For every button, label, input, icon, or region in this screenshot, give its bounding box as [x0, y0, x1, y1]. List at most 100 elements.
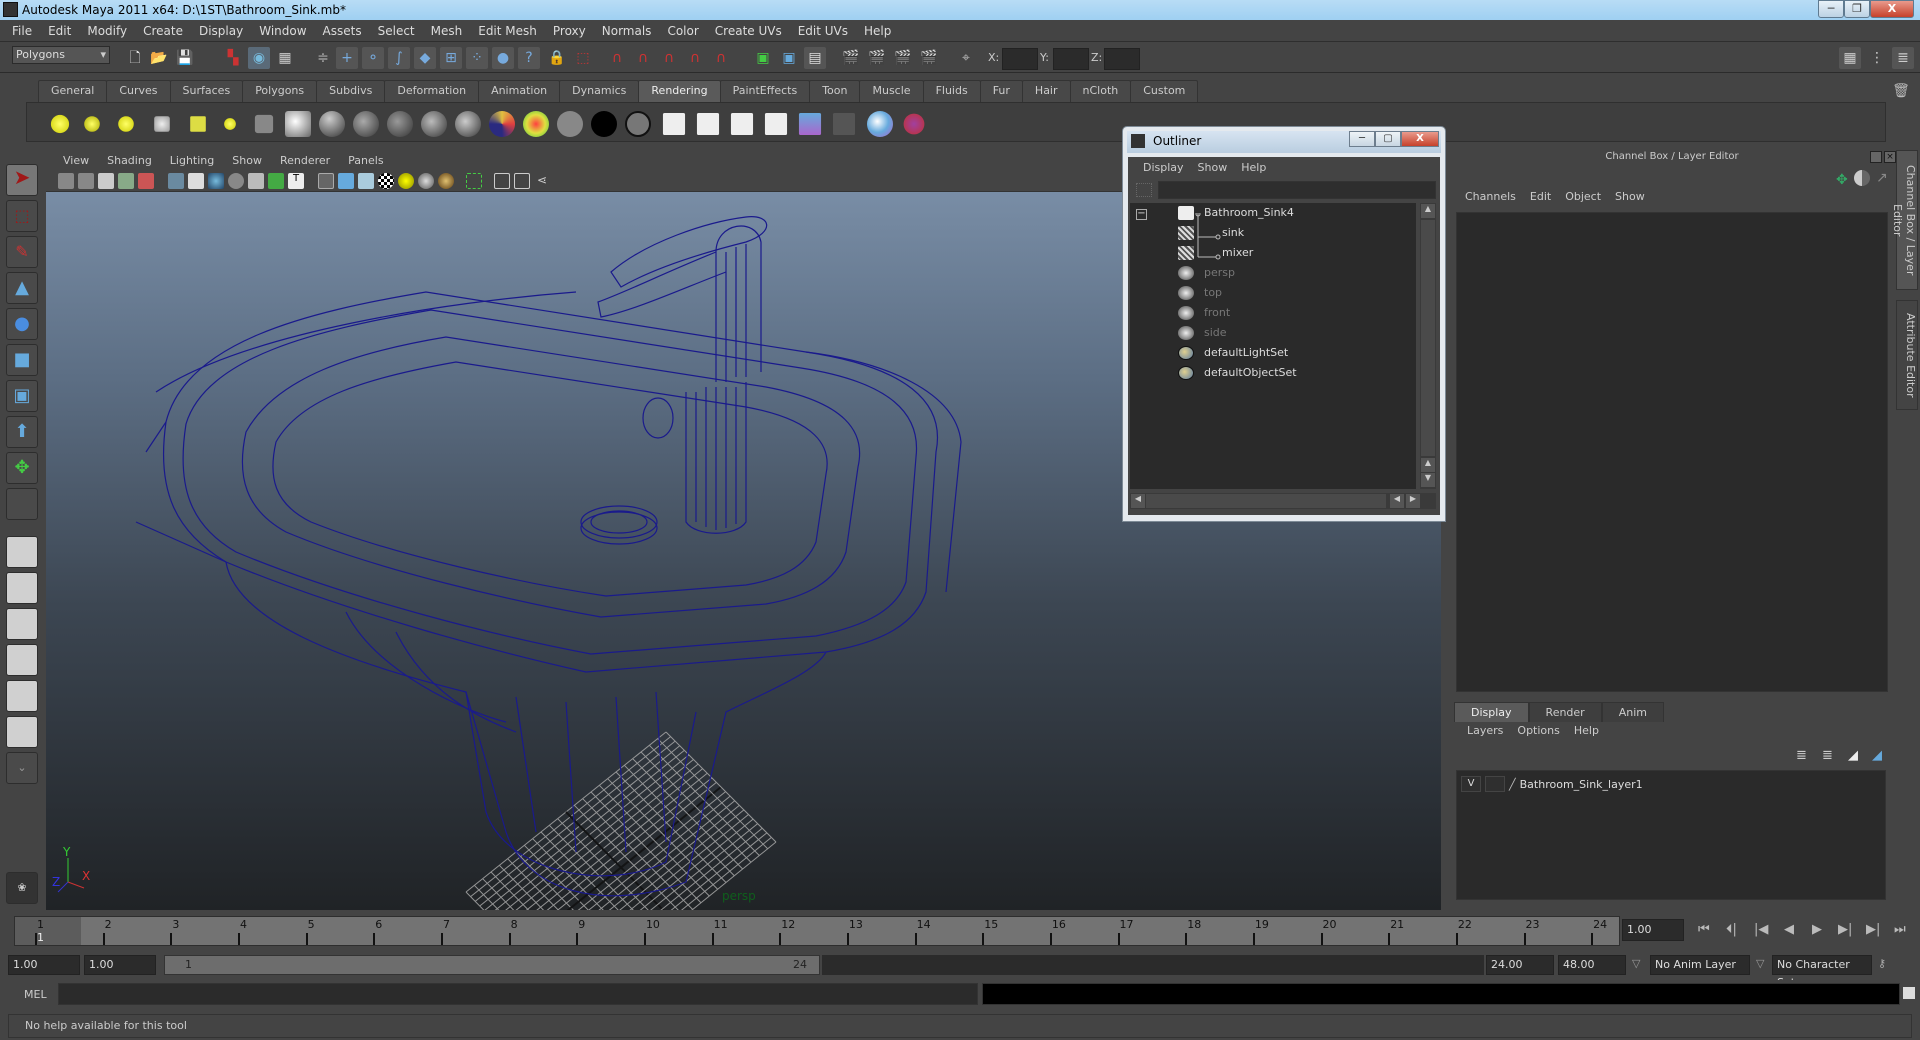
edit-menu[interactable]: Edit [1523, 190, 1558, 203]
layer-tab-render[interactable]: Render [1528, 702, 1602, 722]
shelf-trash-icon[interactable]: 🗑 [1890, 80, 1912, 102]
new-scene-icon[interactable]: 🗋 [124, 47, 146, 69]
shelf-tab-general[interactable]: General [38, 80, 108, 102]
show-manipulator-icon[interactable]: ✥ [6, 452, 38, 484]
shelf-tab-animation[interactable]: Animation [478, 80, 561, 102]
select-handles-icon[interactable]: + [336, 47, 358, 69]
create-empty-layer-icon[interactable]: ◢ [1848, 748, 1858, 763]
volume-light-icon[interactable] [224, 118, 236, 130]
transform-field-mode-icon[interactable]: ⌖ [955, 47, 977, 69]
outliner-menu-display[interactable]: Display [1136, 161, 1191, 174]
outliner-minimize-button[interactable]: ─ [1349, 131, 1375, 147]
character-set-dropdown-icon[interactable]: ▽ [1756, 957, 1764, 970]
channel-box-area[interactable] [1456, 212, 1888, 692]
shelf-tab-custom[interactable]: Custom [1130, 80, 1199, 102]
shelf-tab-fur[interactable]: Fur [979, 80, 1023, 102]
viewport-menu-show[interactable]: Show [223, 154, 271, 167]
step-forward-key-icon[interactable]: ▶| [1866, 922, 1880, 937]
filter-toggle-icon[interactable] [1136, 183, 1152, 197]
two-d-pan-zoom-icon[interactable] [138, 173, 154, 189]
shelf-tab-dynamics[interactable]: Dynamics [559, 80, 640, 102]
field-chart-icon[interactable] [248, 173, 264, 189]
menu-proxy[interactable]: Proxy [545, 24, 594, 38]
outliner-filter-input[interactable] [1158, 181, 1436, 199]
construction-history-icon[interactable]: ▤ [804, 47, 826, 69]
layer-tab-display[interactable]: Display [1454, 702, 1529, 722]
outliner-title-bar[interactable]: Outliner ─ ▢ X [1127, 131, 1441, 153]
select-surfaces-icon[interactable]: ◆ [414, 47, 436, 69]
layer-row[interactable]: V ╱ Bathroom_Sink_layer1 [1461, 775, 1643, 793]
current-time-field[interactable]: 1.00 [1622, 919, 1684, 941]
outliner-item[interactable]: defaultLightSet [1130, 343, 1416, 363]
character-set-dropdown[interactable]: No Character Set [1772, 955, 1872, 989]
shading-map-icon[interactable] [625, 111, 651, 137]
ipr-render-icon[interactable]: 🎬 [866, 47, 888, 69]
hypershade-window-icon[interactable] [798, 112, 822, 136]
menu-select[interactable]: Select [370, 24, 423, 38]
output-connections-icon[interactable]: ▣ [778, 47, 800, 69]
shelf-tab-surfaces[interactable]: Surfaces [169, 80, 244, 102]
side-tab-attribute-editor[interactable]: Attribute Editor [1896, 300, 1918, 410]
create-layer-from-selection-icon[interactable]: ◢ [1872, 748, 1882, 763]
shadows-icon[interactable] [418, 173, 434, 189]
mel-label[interactable]: MEL [24, 988, 47, 1001]
animation-end-time-field[interactable]: 48.00 [1558, 955, 1626, 975]
phong-icon[interactable] [387, 111, 413, 137]
spot-light-icon[interactable] [154, 116, 170, 132]
wireframe-shading-icon[interactable] [318, 173, 334, 189]
open-scene-icon[interactable]: 📂 [148, 47, 170, 69]
manipulator-icon[interactable]: ✥ [1836, 172, 1848, 188]
select-rendering-icon[interactable]: ● [492, 47, 514, 69]
ipr-render-shelf-icon[interactable] [696, 112, 720, 136]
minimize-button[interactable]: ─ [1818, 0, 1844, 18]
menu-create-uvs[interactable]: Create UVs [707, 24, 790, 38]
surface-shader-icon[interactable] [557, 111, 583, 137]
outliner-close-button[interactable]: X [1401, 131, 1439, 147]
wireframe-on-shaded-icon[interactable] [358, 173, 374, 189]
select-by-hierarchy-icon[interactable]: ▚ [222, 47, 244, 69]
outliner-item[interactable]: front [1130, 303, 1416, 323]
xray-select-icon[interactable] [466, 173, 482, 189]
shelf-tab-polygons[interactable]: Polygons [242, 80, 318, 102]
use-background-icon[interactable] [591, 111, 617, 137]
hypershade-icon[interactable] [285, 111, 311, 137]
menu-window[interactable]: Window [251, 24, 314, 38]
save-scene-icon[interactable]: 💾 [174, 47, 196, 69]
default-lights-icon[interactable] [398, 173, 414, 189]
layer-visibility-toggle[interactable]: V [1461, 776, 1481, 792]
scroll-thumb[interactable] [1421, 220, 1435, 456]
lasso-tool-icon[interactable]: ⬚ [6, 200, 38, 232]
close-button[interactable]: X [1870, 0, 1914, 18]
shader-library-icon[interactable] [867, 111, 893, 137]
playback-start-time-field[interactable]: 1.00 [84, 955, 156, 975]
y-field[interactable] [1053, 48, 1089, 70]
scroll-up-icon[interactable]: ▲ [1421, 458, 1435, 472]
viewport-menu-panels[interactable]: Panels [339, 154, 392, 167]
outliner-item[interactable]: mixer [1130, 243, 1416, 263]
go-to-start-icon[interactable]: ⏮ [1698, 922, 1710, 937]
batch-render-icon[interactable] [730, 112, 754, 136]
move-layer-up-icon[interactable]: ≣ [1796, 748, 1807, 763]
select-tool-icon[interactable]: ➤ [6, 164, 38, 196]
layer-display-type-toggle[interactable] [1485, 776, 1505, 792]
range-slider-bar[interactable]: 1 24 [164, 955, 820, 975]
layer-color-swatch-icon[interactable]: ╱ [1509, 778, 1516, 791]
camera-icon[interactable] [254, 114, 274, 134]
select-by-component-type-icon[interactable]: ▦ [274, 47, 296, 69]
render-settings-shelf-icon[interactable] [764, 112, 788, 136]
image-plane-icon[interactable] [118, 173, 134, 189]
maximize-button[interactable]: ❐ [1844, 0, 1870, 18]
sink-wireframe[interactable] [135, 216, 962, 897]
paint-select-tool-icon[interactable]: ✎ [6, 236, 38, 268]
select-camera-icon[interactable] [58, 173, 74, 189]
shelf-tab-muscle[interactable]: Muscle [859, 80, 924, 102]
universal-manipulator-icon[interactable]: ▣ [6, 380, 38, 412]
hyperbolic-icon[interactable]: ↗ [1876, 170, 1888, 186]
layer-help-menu[interactable]: Help [1567, 724, 1606, 737]
area-light-icon[interactable] [190, 116, 206, 132]
input-connections-icon[interactable]: ▣ [752, 47, 774, 69]
outliner-menu-show[interactable]: Show [1191, 161, 1235, 174]
scale-tool-icon[interactable]: ■ [6, 344, 38, 376]
menu-edit-mesh[interactable]: Edit Mesh [470, 24, 545, 38]
menu-set-dropdown[interactable]: Polygons [12, 46, 110, 64]
